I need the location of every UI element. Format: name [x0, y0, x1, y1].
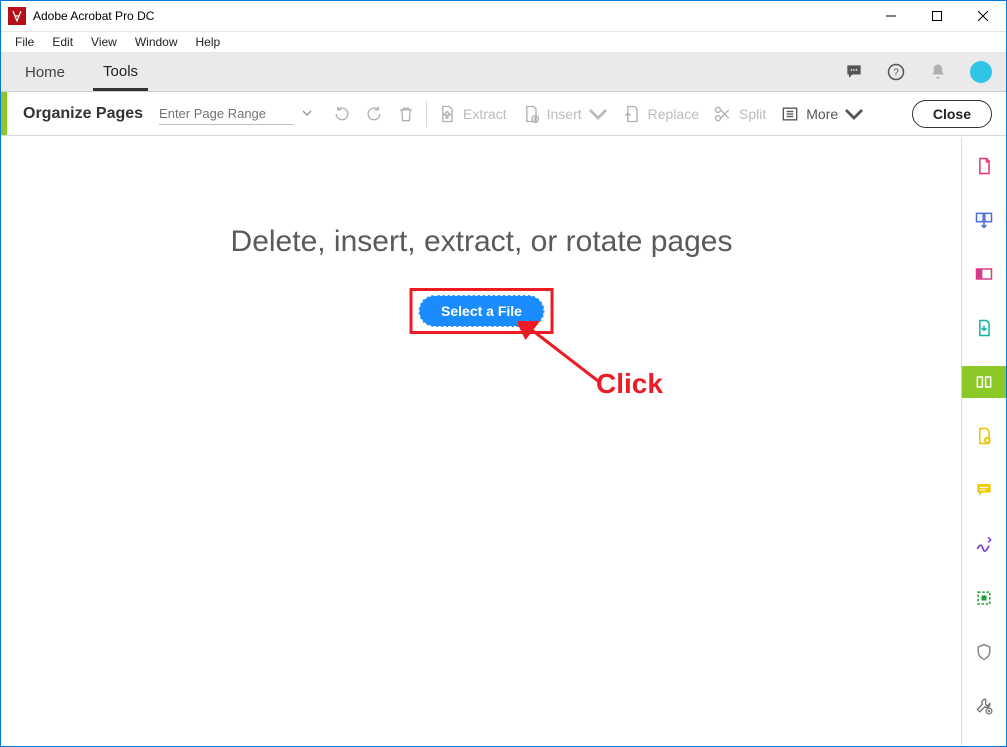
app-tabs: Home Tools ?: [1, 53, 1006, 92]
page-range-input[interactable]: [159, 103, 294, 125]
split-button[interactable]: Split: [713, 104, 766, 124]
rotate-ccw-button[interactable]: [332, 104, 352, 124]
title-bar: Adobe Acrobat Pro DC: [1, 1, 1006, 32]
maximize-button[interactable]: [914, 1, 960, 31]
menu-bar: File Edit View Window Help: [1, 32, 1006, 53]
main-headline: Delete, insert, extract, or rotate pages: [2, 225, 961, 259]
app-icon: [8, 7, 26, 25]
tab-tools[interactable]: Tools: [93, 54, 148, 91]
help-icon[interactable]: ?: [886, 62, 906, 82]
create-pdf-icon[interactable]: [962, 150, 1006, 182]
organize-pages-icon[interactable]: [962, 366, 1006, 398]
replace-button[interactable]: Replace: [622, 104, 699, 124]
split-label: Split: [739, 106, 766, 122]
sticky-note-icon[interactable]: [962, 474, 1006, 506]
annotation-arrow-icon: [518, 321, 608, 391]
insert-button[interactable]: Insert: [521, 104, 608, 124]
edit-pdf-icon[interactable]: [962, 258, 1006, 290]
stamp-icon[interactable]: [962, 582, 1006, 614]
page-range-dropdown-icon[interactable]: [302, 105, 312, 123]
more-label: More: [806, 106, 838, 122]
extract-label: Extract: [463, 106, 507, 122]
toolbar-title: Organize Pages: [7, 105, 159, 123]
replace-label: Replace: [648, 106, 699, 122]
combine-files-icon[interactable]: [962, 204, 1006, 236]
extract-button[interactable]: Extract: [437, 104, 507, 124]
annotation-click-label: Click: [596, 368, 663, 400]
menu-help[interactable]: Help: [188, 33, 229, 51]
rotate-cw-button[interactable]: [364, 104, 384, 124]
user-avatar[interactable]: [970, 61, 992, 83]
insert-label: Insert: [547, 106, 582, 122]
window-title: Adobe Acrobat Pro DC: [33, 9, 868, 23]
menu-window[interactable]: Window: [127, 33, 186, 51]
menu-file[interactable]: File: [7, 33, 42, 51]
menu-edit[interactable]: Edit: [44, 33, 81, 51]
window-controls: [868, 1, 1006, 31]
fill-sign-icon[interactable]: [962, 528, 1006, 560]
organize-toolbar: Organize Pages Extract: [1, 92, 1006, 136]
main-content: Delete, insert, extract, or rotate pages…: [2, 138, 961, 745]
add-comments-icon[interactable]: [962, 420, 1006, 452]
svg-text:?: ?: [893, 67, 899, 78]
close-tool-button[interactable]: Close: [912, 100, 992, 128]
minimize-button[interactable]: [868, 1, 914, 31]
chat-icon[interactable]: [844, 62, 864, 82]
right-tool-rail: [961, 138, 1005, 745]
more-tools-icon[interactable]: [962, 690, 1006, 722]
more-button[interactable]: More: [780, 104, 864, 124]
app-window: Adobe Acrobat Pro DC File Edit View Wind…: [0, 0, 1007, 747]
tab-home[interactable]: Home: [15, 55, 75, 89]
protect-icon[interactable]: [962, 636, 1006, 668]
menu-view[interactable]: View: [83, 33, 125, 51]
delete-button[interactable]: [396, 104, 416, 124]
notifications-icon[interactable]: [928, 62, 948, 82]
export-pdf-icon[interactable]: [962, 312, 1006, 344]
close-window-button[interactable]: [960, 1, 1006, 31]
